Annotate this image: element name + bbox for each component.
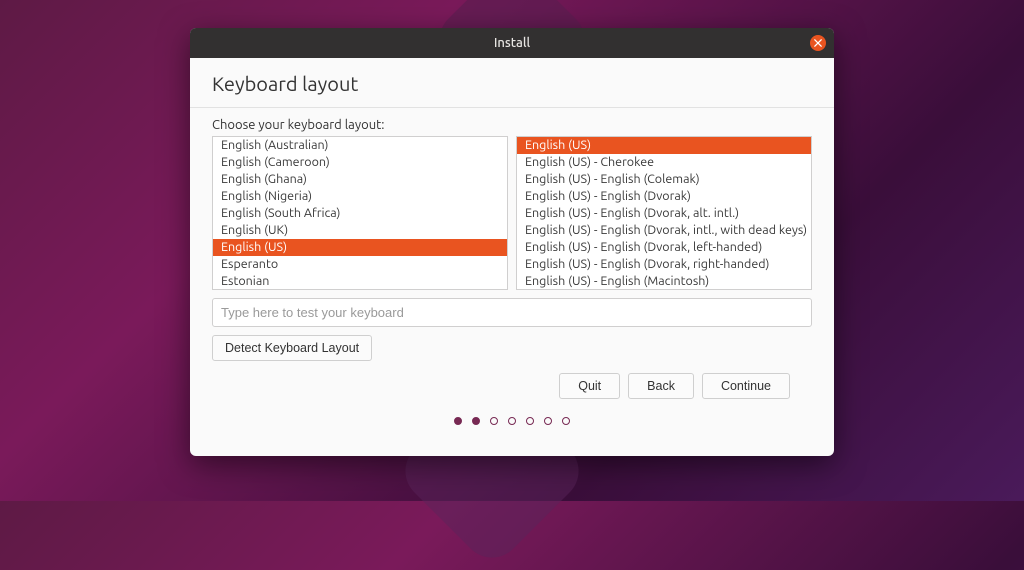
layout-item[interactable]: English (South Africa) xyxy=(213,205,507,222)
keyboard-test-input[interactable] xyxy=(212,298,812,327)
progress-dot xyxy=(526,417,534,425)
layout-item[interactable]: English (UK) xyxy=(213,222,507,239)
content-area: Choose your keyboard layout: English (Au… xyxy=(190,108,834,456)
progress-dot xyxy=(472,417,480,425)
variant-listbox[interactable]: English (US)English (US) - CherokeeEngli… xyxy=(516,136,812,290)
page-title: Keyboard layout xyxy=(212,72,812,95)
progress-dots xyxy=(212,399,812,439)
close-button[interactable] xyxy=(810,35,826,51)
layout-item[interactable]: English (Australian) xyxy=(213,137,507,154)
layout-item[interactable]: English (Ghana) xyxy=(213,171,507,188)
layout-item[interactable]: English (US) xyxy=(213,239,507,256)
variant-item[interactable]: English (US) - English (Dvorak, alt. int… xyxy=(517,205,811,222)
page-header: Keyboard layout xyxy=(190,58,834,108)
layout-prompt: Choose your keyboard layout: xyxy=(212,118,812,132)
installer-window: Install Keyboard layout Choose your keyb… xyxy=(190,28,834,456)
layout-item[interactable]: Esperanto xyxy=(213,256,507,273)
layout-item[interactable]: English (Nigeria) xyxy=(213,188,507,205)
titlebar: Install xyxy=(190,28,834,58)
layout-item[interactable]: English (Cameroon) xyxy=(213,154,507,171)
progress-dot xyxy=(562,417,570,425)
progress-dot xyxy=(508,417,516,425)
variant-item[interactable]: English (US) - English (Dvorak, intl., w… xyxy=(517,222,811,239)
window-title: Install xyxy=(494,36,530,50)
close-icon xyxy=(814,39,822,47)
layout-listbox[interactable]: English (Australian)English (Cameroon)En… xyxy=(212,136,508,290)
variant-item[interactable]: English (US) - English (Colemak) xyxy=(517,171,811,188)
layout-lists: English (Australian)English (Cameroon)En… xyxy=(212,136,812,290)
variant-item[interactable]: English (US) - English (Dvorak) xyxy=(517,188,811,205)
back-button[interactable]: Back xyxy=(628,373,694,399)
progress-dot xyxy=(490,417,498,425)
progress-dot xyxy=(454,417,462,425)
variant-item[interactable]: English (US) - English (Dvorak, right-ha… xyxy=(517,256,811,273)
variant-item[interactable]: English (US) - English (Macintosh) xyxy=(517,273,811,290)
quit-button[interactable]: Quit xyxy=(559,373,620,399)
variant-item[interactable]: English (US) - Cherokee xyxy=(517,154,811,171)
progress-dot xyxy=(544,417,552,425)
variant-item[interactable]: English (US) xyxy=(517,137,811,154)
variant-item[interactable]: English (US) - English (Dvorak, left-han… xyxy=(517,239,811,256)
footer-buttons: Quit Back Continue xyxy=(212,361,812,399)
continue-button[interactable]: Continue xyxy=(702,373,790,399)
detect-layout-button[interactable]: Detect Keyboard Layout xyxy=(212,335,372,361)
layout-item[interactable]: Estonian xyxy=(213,273,507,290)
